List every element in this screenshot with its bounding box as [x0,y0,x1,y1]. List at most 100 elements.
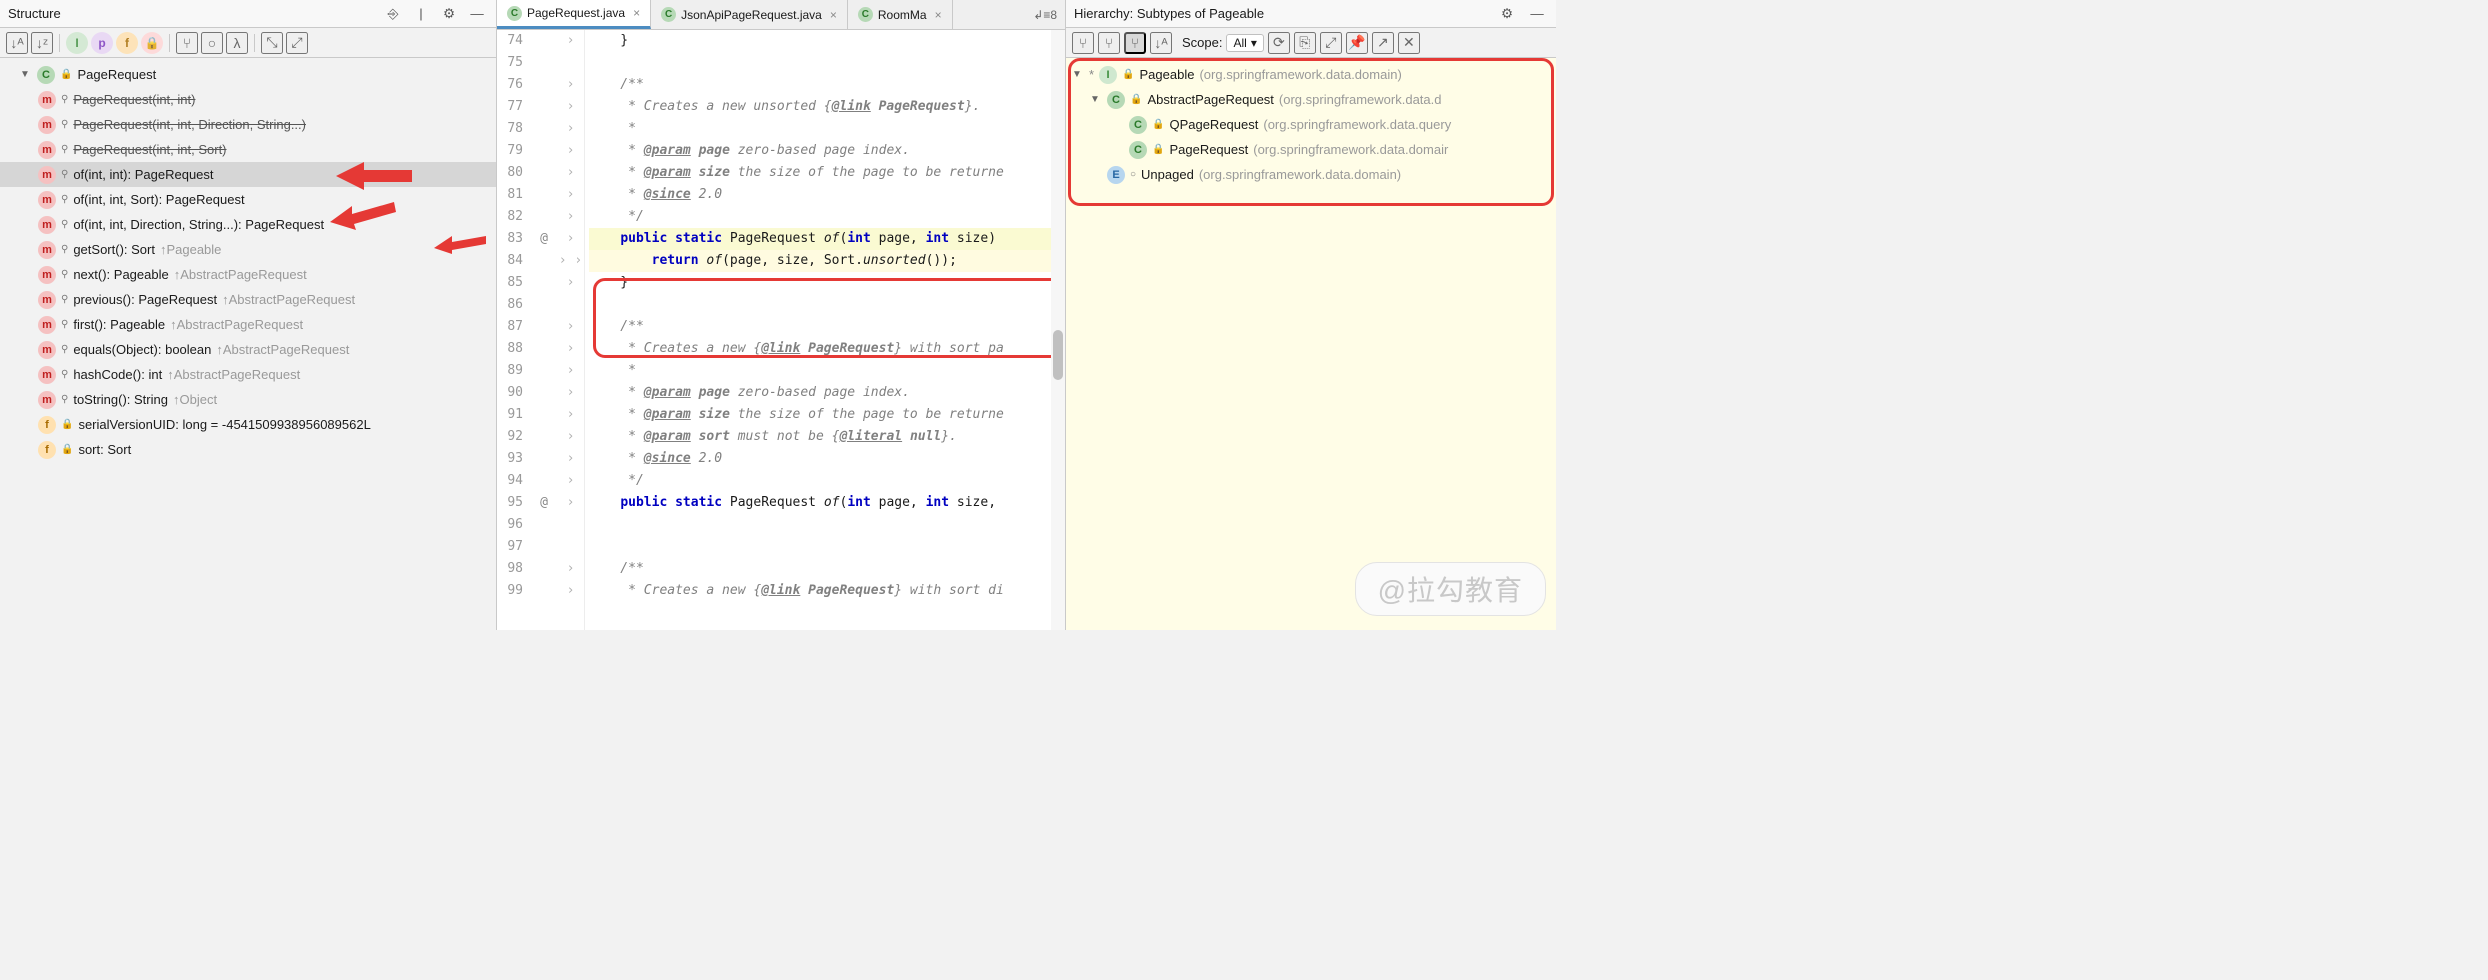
hierarchy-node-name: QPageRequest [1169,117,1258,132]
gear-icon[interactable]: ⚙ [1496,3,1518,25]
method-icon: m [38,366,56,384]
structure-member[interactable]: f🔒sort: Sort [0,437,496,462]
hierarchy-node-package: (org.springframework.data.d [1279,92,1442,107]
fold-gutter[interactable]: ›››››››››› ››››››››››››› [557,30,585,630]
pin-icon[interactable]: 📌 [1346,32,1368,54]
hierarchy-node[interactable]: ▼*I🔒Pageable (org.springframework.data.d… [1066,62,1556,87]
open-lock-icon: ⚲ [61,119,68,130]
sort-alpha-icon[interactable]: ↓ᴬ [1150,32,1172,54]
editor-tab[interactable]: CRoomMa× [848,0,953,29]
hierarchy-node-name: Unpaged [1141,167,1194,182]
structure-member[interactable]: f🔒serialVersionUID: long = -454150993895… [0,412,496,437]
vertical-scrollbar[interactable] [1051,30,1065,630]
member-label: equals(Object): boolean [73,342,211,357]
field-icon: f [38,441,56,459]
sort-alpha-icon[interactable]: ↓ᴬ [6,32,28,54]
collapse-all-icon[interactable]: ⤢ [286,32,308,54]
tab-label: PageRequest.java [527,6,625,20]
hierarchy-node-name: Pageable [1140,67,1195,82]
expander-icon[interactable]: ▼ [1090,94,1102,105]
structure-member[interactable]: m⚲toString(): String ↑Object [0,387,496,412]
member-label: toString(): String [73,392,168,407]
editor-tab[interactable]: CPageRequest.java× [497,0,651,29]
structure-tree[interactable]: ▼ C 🔒 PageRequest m⚲PageRequest(int, int… [0,58,496,630]
close-icon[interactable]: × [932,8,942,22]
close-icon[interactable]: × [630,6,640,20]
minimize-icon[interactable]: — [1526,3,1548,25]
scope-selector[interactable]: All ▾ [1226,34,1263,52]
inherited-from-label: ↑AbstractPageRequest [222,292,355,307]
structure-member[interactable]: m⚲first(): Pageable ↑AbstractPageRequest [0,312,496,337]
structure-member[interactable]: m⚲PageRequest(int, int, Sort) [0,137,496,162]
sort-visibility-icon[interactable]: ↓ᶻ [31,32,53,54]
hierarchy-panel: Hierarchy: Subtypes of Pageable ⚙ — ⑂ ⑂ … [1066,0,1556,630]
member-label: PageRequest(int, int, Sort) [73,142,226,157]
structure-panel: Structure ⎆ | ⚙ — ↓ᴬ ↓ᶻ I p f 🔒 ⑂ ○ λ ⤡ … [0,0,497,630]
structure-member[interactable]: m⚲hashCode(): int ↑AbstractPageRequest [0,362,496,387]
open-icon[interactable]: ↗ [1372,32,1394,54]
method-icon: m [38,91,56,109]
hierarchy-node-name: AbstractPageRequest [1147,92,1273,107]
expander-icon[interactable]: ▼ [1072,69,1084,80]
branch-icon[interactable]: ⑂ [176,32,198,54]
structure-member[interactable]: m⚲of(int, int, Direction, String...): Pa… [0,212,496,237]
member-label: first(): Pageable [73,317,165,332]
structure-member[interactable]: m⚲of(int, int): PageRequest [0,162,496,187]
code-area[interactable]: 7475767778798081828384858687888990919293… [497,30,1065,630]
structure-root-node[interactable]: ▼ C 🔒 PageRequest [0,62,496,87]
autoscroll-icon[interactable]: ⎘ [1294,32,1316,54]
open-lock-icon: ⚲ [61,394,68,405]
member-label: of(int, int): PageRequest [73,167,213,182]
class-icon: C [661,7,676,22]
subtypes-icon[interactable]: ⑂ [1124,32,1146,54]
expand-all-icon[interactable]: ⤡ [261,32,283,54]
structure-member[interactable]: m⚲PageRequest(int, int, Direction, Strin… [0,112,496,137]
show-fields-pill[interactable]: f [116,32,138,54]
open-lock-icon: ⚲ [61,294,68,305]
expand-icon[interactable]: ⤢ [1320,32,1342,54]
hierarchy-node-package: (org.springframework.data.query [1263,117,1451,132]
hierarchy-header: Hierarchy: Subtypes of Pageable ⚙ — [1066,0,1556,28]
editor-tab[interactable]: CJsonApiPageRequest.java× [651,0,848,29]
hierarchy-node[interactable]: C🔒QPageRequest (org.springframework.data… [1066,112,1556,137]
hierarchy-title: Hierarchy: Subtypes of Pageable [1074,6,1488,21]
member-label: next(): Pageable [73,267,168,282]
method-icon: m [38,291,56,309]
lambda-icon[interactable]: λ [226,32,248,54]
show-properties-pill[interactable]: p [91,32,113,54]
open-lock-icon: ⚲ [61,244,68,255]
structure-member[interactable]: m⚲previous(): PageRequest ↑AbstractPageR… [0,287,496,312]
structure-member[interactable]: m⚲next(): Pageable ↑AbstractPageRequest [0,262,496,287]
scroll-thumb[interactable] [1053,330,1063,380]
minimize-icon[interactable]: — [466,3,488,25]
hierarchy-node[interactable]: ▼C🔒AbstractPageRequest (org.springframew… [1066,87,1556,112]
inherited-from-label: ↑AbstractPageRequest [167,367,300,382]
member-label: serialVersionUID: long = -45415099389560… [78,417,370,432]
circle-icon[interactable]: ○ [201,32,223,54]
structure-member[interactable]: m⚲of(int, int, Sort): PageRequest [0,187,496,212]
code-lines[interactable]: } /** * Creates a new unsorted {@link Pa… [585,30,1065,630]
type-icon: E [1107,166,1125,184]
show-nonpublic-pill[interactable]: 🔒 [141,32,163,54]
lock-icon: 🔒 [1152,144,1164,155]
refresh-icon[interactable]: ⟳ [1268,32,1290,54]
expander-icon[interactable]: ▼ [20,69,32,80]
show-interfaces-pill[interactable]: I [66,32,88,54]
close-icon[interactable]: ✕ [1398,32,1420,54]
collapse-structure-icon[interactable]: ⎆ [382,3,404,25]
method-icon: m [38,191,56,209]
editor-extra-icons[interactable]: ↲≡8 [1025,0,1065,29]
wrap-indicator: ↲≡8 [1033,8,1057,22]
structure-member[interactable]: m⚲equals(Object): boolean ↑AbstractPageR… [0,337,496,362]
lock-icon: 🔒 [61,444,73,455]
structure-member[interactable]: m⚲PageRequest(int, int) [0,87,496,112]
hierarchy-node[interactable]: C🔒PageRequest (org.springframework.data.… [1066,137,1556,162]
structure-member[interactable]: m⚲getSort(): Sort ↑Pageable [0,237,496,262]
close-icon[interactable]: × [827,8,837,22]
hierarchy-node[interactable]: E○Unpaged (org.springframework.data.doma… [1066,162,1556,187]
hierarchy-tree[interactable]: ▼*I🔒Pageable (org.springframework.data.d… [1066,58,1556,630]
gear-icon[interactable]: ⚙ [438,3,460,25]
supertypes-icon[interactable]: ⑂ [1098,32,1120,54]
divider [254,34,255,52]
class-hierarchy-icon[interactable]: ⑂ [1072,32,1094,54]
